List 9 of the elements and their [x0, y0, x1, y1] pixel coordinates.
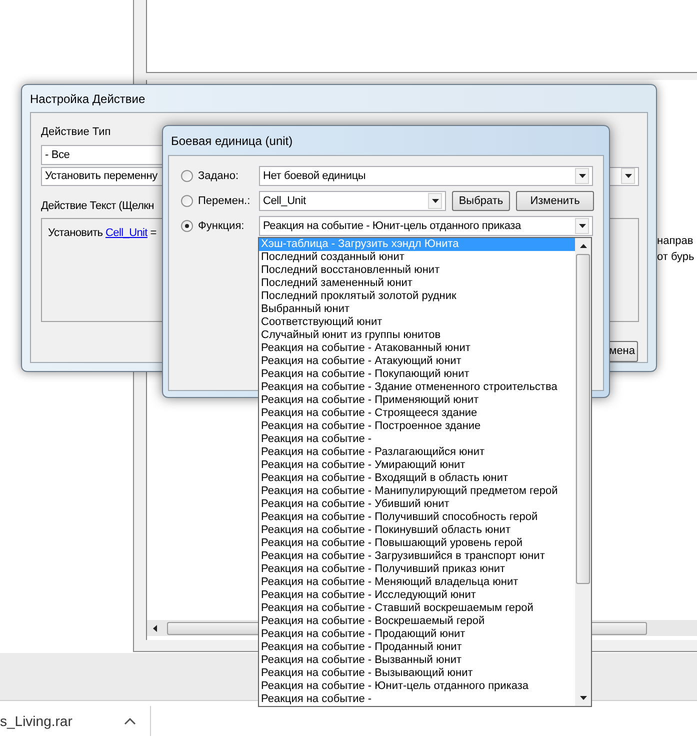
background-text: от бурь: [657, 250, 694, 265]
dialog-title: Настройка Действие: [30, 90, 146, 108]
action-text: Установить Cell_Unit =: [48, 227, 156, 240]
option-label: Функция:: [198, 218, 246, 234]
text-label: Действие Текст (Щелкн: [41, 199, 154, 212]
option-label: Задано:: [198, 168, 240, 184]
option-label: Перемен.:: [198, 194, 252, 209]
background-text: направ: [657, 234, 694, 249]
type-label: Действие Тип: [41, 125, 111, 138]
